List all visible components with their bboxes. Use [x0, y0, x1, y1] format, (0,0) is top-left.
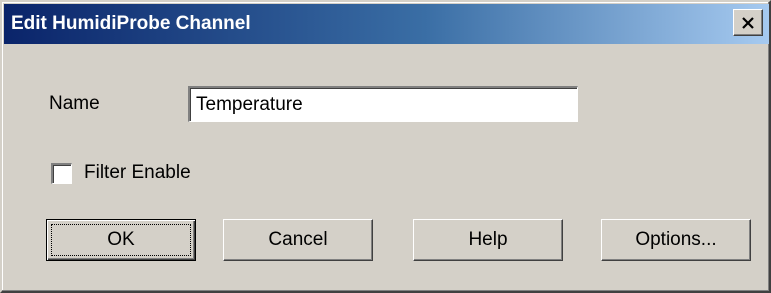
ok-button[interactable]: OK [46, 219, 196, 261]
window-title: Edit HumidiProbe Channel [11, 13, 251, 34]
name-input[interactable] [188, 86, 578, 122]
filter-enable-checkbox[interactable] [51, 163, 72, 184]
close-button[interactable] [733, 9, 763, 36]
name-label: Name [49, 93, 100, 114]
title-bar[interactable]: Edit HumidiProbe Channel [4, 4, 769, 44]
help-button-label: Help [468, 229, 508, 250]
cancel-button[interactable]: Cancel [223, 219, 373, 261]
ok-button-label: OK [107, 229, 135, 250]
filter-enable-label[interactable]: Filter Enable [84, 162, 191, 184]
options-button[interactable]: Options... [601, 219, 751, 261]
cancel-button-label: Cancel [268, 229, 328, 250]
options-button-label: Options... [635, 229, 717, 250]
edit-channel-dialog: Edit HumidiProbe Channel Name Filter Ena… [0, 0, 771, 293]
close-icon [742, 16, 754, 29]
help-button[interactable]: Help [413, 219, 563, 261]
